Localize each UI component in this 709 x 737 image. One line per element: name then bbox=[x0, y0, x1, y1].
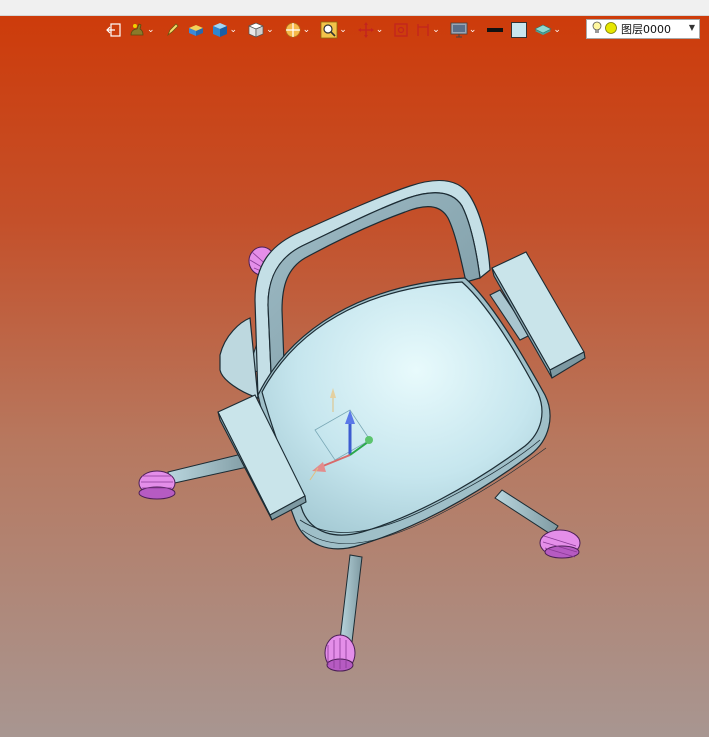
caster-bottom bbox=[324, 634, 356, 672]
caster-left bbox=[138, 470, 176, 500]
caster-right bbox=[539, 529, 581, 559]
graphics-viewport[interactable]: ⌄ ⌄ ⌄ ⌄ ⌄ ⌄ ⌄ ⌄ ⌄ 图层0000 ▼ bbox=[0, 0, 709, 737]
chair-model[interactable] bbox=[0, 0, 709, 737]
